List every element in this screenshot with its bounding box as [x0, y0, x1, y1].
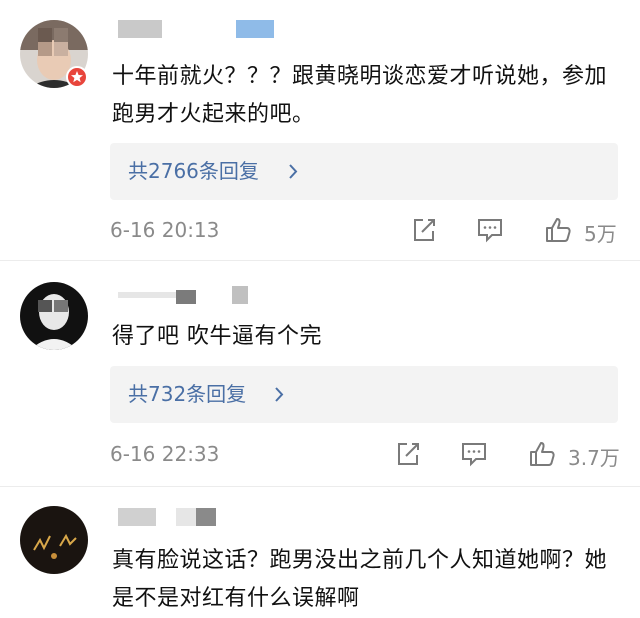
replies-button[interactable]: 共732条回复 [110, 366, 618, 423]
share-icon[interactable] [410, 216, 438, 244]
share-icon[interactable] [394, 440, 422, 468]
divider [0, 260, 640, 261]
divider [0, 486, 640, 487]
comment-text: 得了吧 吹牛逼有个完 [112, 324, 322, 349]
comment-icon[interactable] [476, 216, 504, 244]
like-count: 3.7万 [568, 446, 620, 470]
comment-icon[interactable] [460, 440, 488, 468]
replies-button[interactable]: 共2766条回复 [110, 143, 618, 200]
comment-item: 十年前就火？？？跟黄晓明谈恋爱才听说她，参加跑男才火起来的吧。 共2766条回复… [0, 0, 640, 260]
verified-badge-icon [66, 66, 88, 88]
comment-meta: 6-16 20:13 5万 [110, 216, 620, 246]
username[interactable] [112, 508, 412, 532]
avatar[interactable] [20, 506, 88, 574]
thumbs-up-icon[interactable] [544, 216, 572, 244]
comment-item: 得了吧 吹牛逼有个完 共732条回复 6-16 22:33 3.7万 [0, 262, 640, 486]
like-count: 5万 [584, 222, 617, 246]
comment-text: 十年前就火？？？跟黄晓明谈恋爱才听说她，参加跑男才火起来的吧。 [112, 64, 608, 127]
comment-item: 真有脸说这话？跑男没出之前几个人知道她啊？她是不是对红有什么误解啊 [0, 488, 640, 614]
chevron-right-icon [275, 387, 284, 402]
username[interactable] [112, 286, 412, 310]
timestamp: 6-16 20:13 [110, 218, 220, 242]
replies-count: 共2766条回复 [128, 159, 259, 183]
username[interactable] [112, 20, 412, 44]
comment-text: 真有脸说这话？跑男没出之前几个人知道她啊？她是不是对红有什么误解啊 [112, 548, 608, 611]
avatar[interactable] [20, 282, 88, 350]
thumbs-up-icon[interactable] [528, 440, 556, 468]
timestamp: 6-16 22:33 [110, 442, 220, 466]
chevron-right-icon [289, 164, 298, 179]
replies-count: 共732条回复 [128, 382, 247, 406]
comment-meta: 6-16 22:33 3.7万 [110, 440, 620, 470]
